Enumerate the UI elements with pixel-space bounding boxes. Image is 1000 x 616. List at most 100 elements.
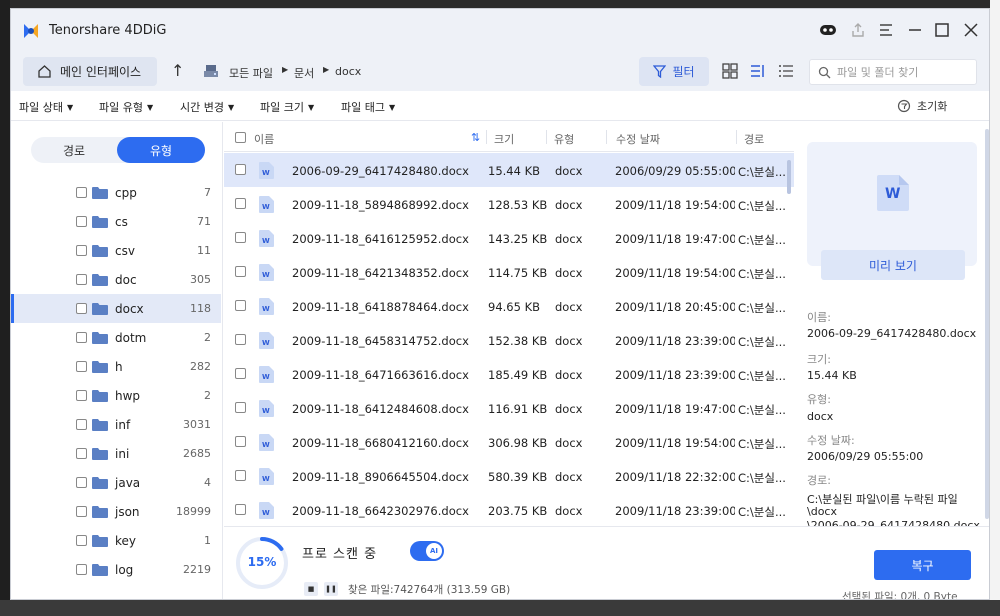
filter-file-status[interactable]: 파일 상태 ▼ (19, 99, 73, 115)
row-checkbox[interactable] (235, 436, 246, 447)
tab-path[interactable]: 경로 (31, 137, 117, 163)
row-checkbox[interactable] (235, 402, 246, 413)
table-row[interactable]: W 2009-11-18_6642302976.docx 203.75 KB docx… (224, 493, 794, 526)
type-checkbox[interactable] (76, 390, 87, 401)
table-row[interactable]: W 2009-11-18_6471663616.docx 185.49 KB docx… (224, 357, 794, 391)
share-icon[interactable] (847, 19, 869, 41)
type-checkbox[interactable] (76, 477, 87, 488)
close-icon[interactable] (960, 19, 982, 41)
row-checkbox[interactable] (235, 164, 246, 175)
type-item-log[interactable]: log 2219 (11, 555, 221, 584)
type-checkbox[interactable] (76, 419, 87, 430)
table-row[interactable]: W 2009-11-18_6416125952.docx 143.25 KB docx… (224, 221, 794, 255)
table-row[interactable]: W 2009-11-18_8906645504.docx 580.39 KB docx… (224, 459, 794, 493)
row-checkbox[interactable] (235, 504, 246, 515)
type-checkbox[interactable] (76, 535, 87, 546)
type-checkbox[interactable] (76, 448, 87, 459)
reset-button[interactable]: 초기화 (897, 98, 947, 114)
sort-icon[interactable]: ⇅ (471, 131, 480, 144)
type-checkbox[interactable] (76, 245, 87, 256)
filter-file-size[interactable]: 파일 크기 ▼ (260, 99, 314, 115)
type-item-inf[interactable]: inf 3031 (11, 410, 221, 439)
type-item-key[interactable]: key 1 (11, 526, 221, 555)
filter-button[interactable]: 필터 (639, 57, 709, 86)
breadcrumb-item-docx[interactable]: docx (335, 65, 361, 78)
header-size[interactable]: 크기 (494, 131, 514, 147)
filter-file-type[interactable]: 파일 유형 ▼ (99, 99, 153, 115)
app-title: Tenorshare 4DDiG (49, 23, 167, 38)
type-checkbox[interactable] (76, 361, 87, 372)
type-item-json[interactable]: json 18999 (11, 497, 221, 526)
row-checkbox[interactable] (235, 266, 246, 277)
up-arrow-icon[interactable]: ↑ (171, 61, 184, 80)
row-checkbox[interactable] (235, 470, 246, 481)
header-path[interactable]: 경로 (744, 131, 764, 147)
detail-view-icon[interactable] (750, 63, 766, 79)
header-type[interactable]: 유형 (554, 131, 574, 147)
filter-button-label: 필터 (672, 65, 695, 79)
type-item-doc[interactable]: doc 305 (11, 265, 221, 294)
preview-scrollbar[interactable] (985, 129, 989, 519)
cell-type: docx (555, 334, 583, 348)
type-item-cs[interactable]: cs 71 (11, 207, 221, 236)
chevron-down-icon: ▼ (307, 102, 315, 112)
type-item-cpp[interactable]: cpp 7 (11, 178, 221, 207)
grid-view-icon[interactable] (722, 63, 738, 79)
tab-type[interactable]: 유형 (117, 137, 205, 163)
table-row[interactable]: W 2009-11-18_5894868992.docx 128.53 KB docx… (224, 187, 794, 221)
table-row[interactable]: W 2009-11-18_6680412160.docx 306.98 KB docx… (224, 425, 794, 459)
table-row[interactable]: W 2006-09-29_6417428480.docx 15.44 KB docx 2… (224, 153, 794, 187)
search-input[interactable] (837, 65, 967, 79)
breadcrumb-item-documents[interactable]: 문서 (294, 65, 314, 81)
type-checkbox[interactable] (76, 216, 87, 227)
cell-name: 2009-11-18_6458314752.docx (292, 334, 469, 348)
cell-date: 2009/11/18 19:54:00 (615, 266, 735, 280)
column-divider[interactable] (736, 130, 737, 144)
folder-icon (92, 564, 108, 576)
stop-icon[interactable]: ■ (304, 582, 318, 596)
type-checkbox[interactable] (76, 187, 87, 198)
search-box[interactable] (809, 59, 977, 85)
filter-file-tag[interactable]: 파일 태그 ▼ (341, 99, 395, 115)
type-item-csv[interactable]: csv 11 (11, 236, 221, 265)
minimize-icon[interactable] (904, 19, 926, 41)
column-divider[interactable] (546, 130, 547, 144)
assistant-bot-icon[interactable] (817, 19, 839, 41)
pause-icon[interactable]: ❚❚ (324, 582, 338, 596)
header-date[interactable]: 수정 날짜 (616, 131, 660, 147)
type-item-java[interactable]: java 4 (11, 468, 221, 497)
type-checkbox[interactable] (76, 564, 87, 575)
table-row[interactable]: W 2009-11-18_6412484608.docx 116.91 KB docx… (224, 391, 794, 425)
breadcrumb-item-all-files[interactable]: 모든 파일 (229, 65, 273, 81)
home-button[interactable]: 메인 인터페이스 (23, 57, 157, 86)
type-item-docx[interactable]: docx 118 (11, 294, 221, 323)
column-divider[interactable] (486, 130, 487, 144)
table-scrollbar[interactable] (787, 160, 791, 194)
type-checkbox[interactable] (76, 274, 87, 285)
menu-icon[interactable] (875, 19, 897, 41)
ai-toggle[interactable]: AI (410, 541, 444, 561)
maximize-icon[interactable] (931, 19, 953, 41)
type-item-ini[interactable]: ini 2685 (11, 439, 221, 468)
type-checkbox[interactable] (76, 506, 87, 517)
row-checkbox[interactable] (235, 232, 246, 243)
type-item-h[interactable]: h 282 (11, 352, 221, 381)
filter-time-modified[interactable]: 시간 변경 ▼ (180, 99, 234, 115)
type-checkbox[interactable] (76, 303, 87, 314)
type-item-hwp[interactable]: hwp 2 (11, 381, 221, 410)
table-row[interactable]: W 2009-11-18_6458314752.docx 152.38 KB docx… (224, 323, 794, 357)
table-row[interactable]: W 2009-11-18_6421348352.docx 114.75 KB docx… (224, 255, 794, 289)
preview-button[interactable]: 미리 보기 (821, 250, 965, 280)
type-checkbox[interactable] (76, 332, 87, 343)
header-name[interactable]: 이름 (254, 131, 274, 147)
row-checkbox[interactable] (235, 368, 246, 379)
select-all-checkbox[interactable] (235, 132, 246, 143)
recover-button[interactable]: 복구 (874, 550, 971, 580)
type-item-dotm[interactable]: dotm 2 (11, 323, 221, 352)
row-checkbox[interactable] (235, 198, 246, 209)
row-checkbox[interactable] (235, 300, 246, 311)
row-checkbox[interactable] (235, 334, 246, 345)
column-divider[interactable] (606, 130, 607, 144)
list-view-icon[interactable] (778, 63, 794, 79)
table-row[interactable]: W 2009-11-18_6418878464.docx 94.65 KB docx 2… (224, 289, 794, 323)
